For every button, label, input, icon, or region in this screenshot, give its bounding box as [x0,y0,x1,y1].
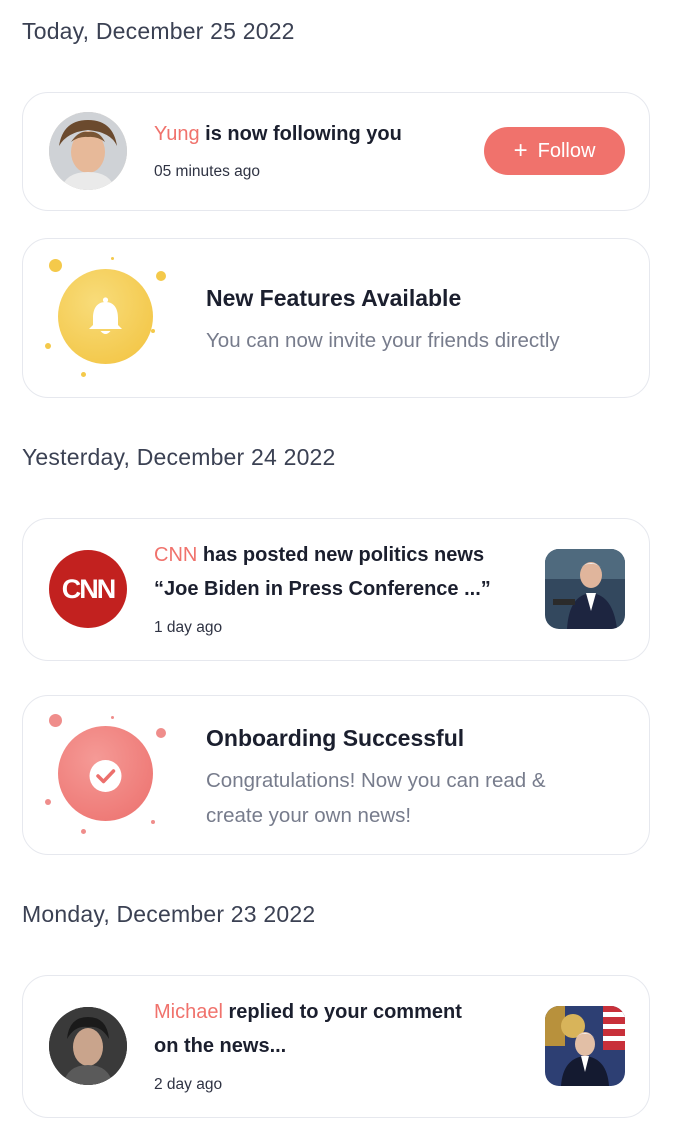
bell-badge [58,269,153,364]
notification-onboarding[interactable]: Onboarding Successful Congratulations! N… [22,695,650,855]
decor-dot [111,716,114,719]
avatar-yung[interactable] [49,112,127,190]
decor-dot [151,329,155,333]
cnn-logo-text: CNN [61,573,116,604]
follow-button-label: Follow [537,139,596,162]
onboarding-title: Onboarding Successful [206,725,465,751]
check-badge [58,726,153,821]
decor-dot [49,259,62,272]
actor-name-yung[interactable]: Yung [154,123,200,145]
decor-dot [81,829,86,834]
decor-dot [45,799,51,805]
features-title: New Features Available [206,285,462,311]
onboarding-subtitle-line1: Congratulations! Now you can read & [206,769,546,792]
decor-dot [45,343,51,349]
cnn-headline: “Joe Biden in Press Conference ...” [154,578,491,600]
decor-dot [156,728,166,738]
section-date-today: Today, December 25 2022 [22,18,295,44]
avatar-michael[interactable] [49,1007,127,1085]
decor-dot [81,372,86,377]
news-thumbnail[interactable] [545,1006,625,1086]
plus-icon: + [513,137,528,164]
notification-new-features[interactable]: New Features Available You can now invit… [22,238,650,398]
section-date-yesterday: Yesterday, December 24 2022 [22,444,336,470]
cnn-logo[interactable]: CNN [49,550,127,628]
timestamp: 1 day ago [154,619,223,636]
decor-dot [111,257,114,260]
section-date-monday: Monday, December 23 2022 [22,901,316,927]
actor-name-michael[interactable]: Michael [154,1001,223,1023]
onboarding-subtitle-line2: create your own news! [206,804,412,827]
notification-cnn[interactable]: CNN CNN has posted new politics news “Jo… [22,518,650,661]
decor-dot [156,271,166,281]
notification-follow[interactable]: Yung is now following you 05 minutes ago… [22,92,650,211]
timestamp: 2 day ago [154,1076,223,1093]
notification-reply[interactable]: Michael replied to your comment on the n… [22,975,650,1118]
follow-text: Yung is now following you [154,123,402,145]
reply-text-line2: on the news... [154,1035,287,1057]
decor-dot [151,820,155,824]
news-thumbnail[interactable] [545,549,625,629]
features-subtitle: You can now invite your friends directly [206,329,560,352]
bell-icon [89,297,122,334]
timestamp: 05 minutes ago [154,163,260,180]
follow-button[interactable]: + Follow [484,127,625,175]
actor-name-cnn[interactable]: CNN [154,544,197,566]
check-circle-icon [89,760,122,792]
cnn-text: CNN has posted new politics news [154,544,485,566]
reply-text: Michael replied to your comment [154,1001,462,1023]
decor-dot [49,714,62,727]
